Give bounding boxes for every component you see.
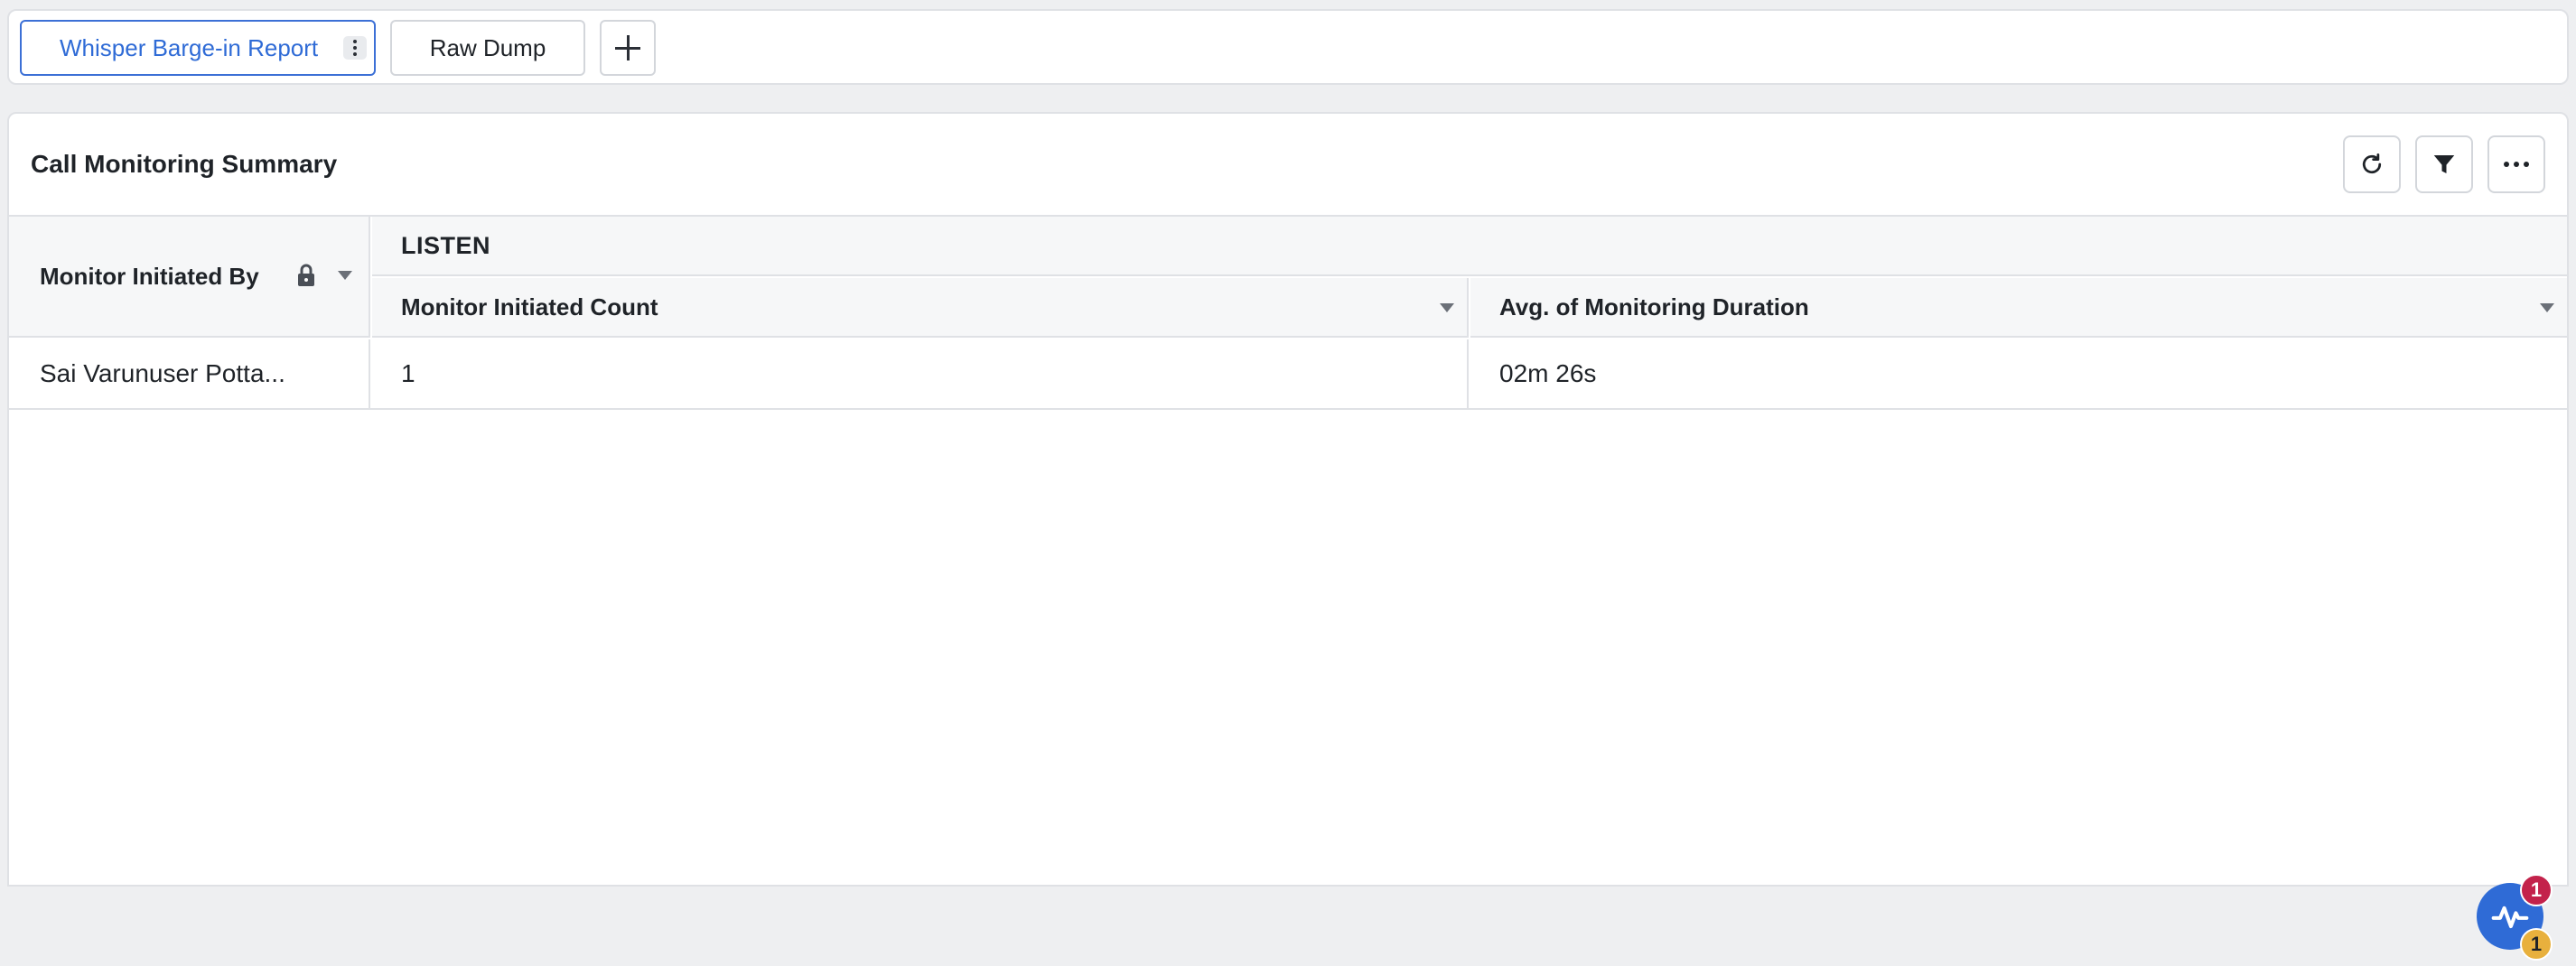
alert-count-badge: 1 bbox=[2520, 928, 2553, 961]
tab-label: Whisper Barge-in Report bbox=[60, 33, 319, 61]
column-header-label: Monitor Initiated By bbox=[40, 262, 259, 290]
column-header-avg-monitoring-duration[interactable]: Avg. of Monitoring Duration bbox=[1470, 278, 2567, 338]
sort-caret-icon[interactable] bbox=[338, 271, 352, 280]
tab-whisper-barge-in-report[interactable]: Whisper Barge-in Report bbox=[20, 20, 376, 76]
sort-caret-icon[interactable] bbox=[2540, 303, 2554, 312]
summary-table: Monitor Initiated By LISTEN Monitor Init… bbox=[9, 215, 2567, 410]
filter-button[interactable] bbox=[2415, 135, 2473, 193]
more-icon bbox=[2504, 162, 2529, 167]
column-header-label: Monitor Initiated Count bbox=[401, 293, 658, 320]
cell-text: Sai Varunuser Potta... bbox=[40, 359, 285, 387]
call-monitoring-widget: Call Monitoring Summary Monitor Initiate… bbox=[7, 112, 2569, 887]
add-tab-button[interactable] bbox=[600, 20, 656, 76]
plus-icon bbox=[615, 35, 640, 60]
cell-monitor-initiated-by: Sai Varunuser Potta... bbox=[9, 339, 370, 408]
filter-icon bbox=[2433, 155, 2455, 173]
refresh-button[interactable] bbox=[2343, 135, 2401, 193]
column-group-header: LISTEN bbox=[372, 217, 2567, 276]
notification-count-badge: 1 bbox=[2520, 874, 2553, 906]
sort-caret-icon[interactable] bbox=[1440, 303, 1454, 312]
widget-title: Call Monitoring Summary bbox=[31, 150, 338, 178]
report-tab-bar: Whisper Barge-in Report Raw Dump bbox=[7, 9, 2569, 85]
column-header-monitor-initiated-by[interactable]: Monitor Initiated By bbox=[9, 217, 370, 338]
table-row[interactable]: Sai Varunuser Potta... 1 02m 26s bbox=[9, 339, 2567, 410]
column-header-label: Avg. of Monitoring Duration bbox=[1499, 293, 1809, 320]
refresh-icon bbox=[2362, 153, 2382, 174]
lock-icon bbox=[298, 264, 314, 286]
tab-label: Raw Dump bbox=[429, 33, 546, 61]
cell-avg-monitoring-duration: 02m 26s bbox=[1499, 359, 1597, 387]
column-header-monitor-initiated-count[interactable]: Monitor Initiated Count bbox=[372, 278, 1469, 338]
pulse-icon bbox=[2491, 906, 2529, 929]
tab-raw-dump[interactable]: Raw Dump bbox=[390, 20, 585, 76]
more-options-button[interactable] bbox=[2487, 135, 2545, 193]
kebab-menu-icon[interactable] bbox=[343, 36, 367, 60]
cell-monitor-initiated-count: 1 bbox=[372, 339, 1469, 408]
